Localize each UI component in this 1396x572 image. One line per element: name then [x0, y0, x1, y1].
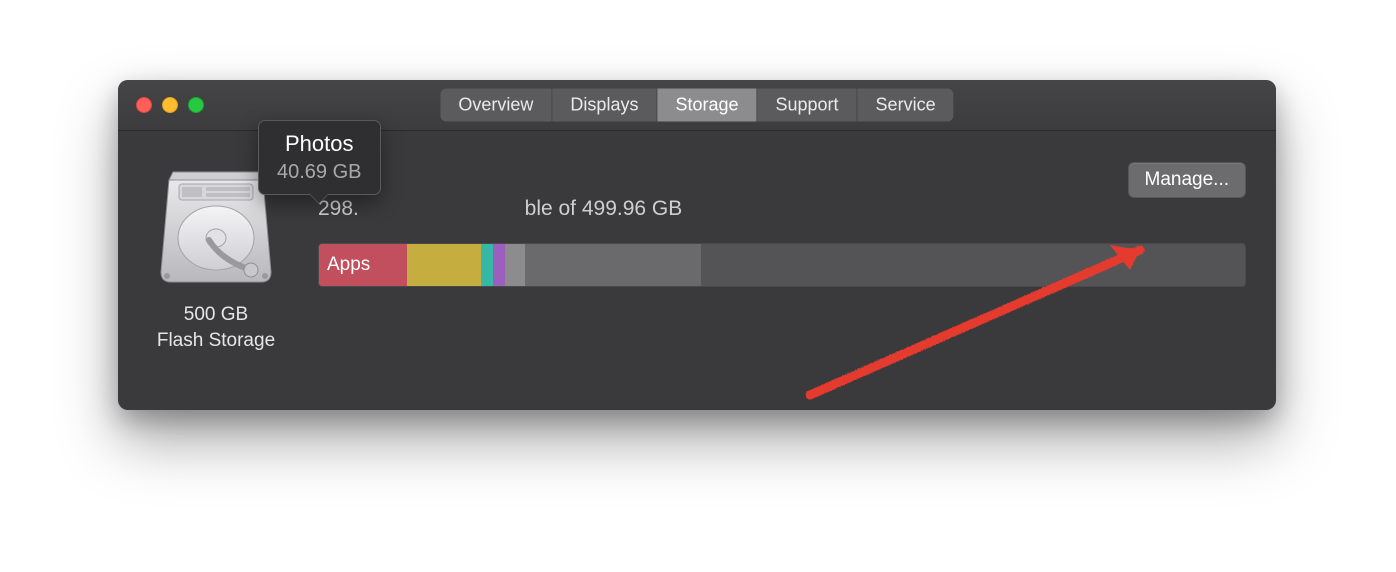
drive-capacity: 500 GB — [184, 304, 248, 325]
about-this-mac-window: OverviewDisplaysStorageSupportService — [118, 80, 1276, 410]
storage-segment-label: Apps — [327, 254, 370, 276]
tooltip-title: Photos — [277, 131, 362, 157]
tab-overview[interactable]: Overview — [440, 89, 552, 122]
tooltip-size: 40.69 GB — [277, 161, 362, 184]
tab-support[interactable]: Support — [758, 89, 858, 122]
zoom-icon[interactable] — [188, 97, 204, 113]
drive-type: Flash Storage — [157, 330, 275, 351]
content-area: 500 GB Flash Storage Manage... Mac 298. … — [118, 130, 1276, 410]
volume-name: Mac — [318, 160, 1246, 191]
manage-button[interactable]: Manage... — [1128, 162, 1247, 198]
tab-bar: OverviewDisplaysStorageSupportService — [440, 89, 953, 122]
storage-segment-photos[interactable] — [407, 244, 481, 286]
storage-segment-purple[interactable] — [493, 244, 505, 286]
storage-bar[interactable]: Apps — [318, 243, 1246, 287]
storage-segment-other[interactable] — [525, 244, 701, 286]
tab-displays[interactable]: Displays — [552, 89, 657, 122]
volume-panel: Manage... Mac 298. XXXXXXXXXXX ble of 49… — [318, 160, 1246, 287]
volume-available: 298. XXXXXXXXXXX ble of 499.96 GB — [318, 197, 1246, 221]
tab-storage[interactable]: Storage — [657, 89, 757, 122]
storage-segment-system-light[interactable] — [505, 244, 525, 286]
close-icon[interactable] — [136, 97, 152, 113]
minimize-icon[interactable] — [162, 97, 178, 113]
tab-service[interactable]: Service — [858, 89, 954, 122]
window-controls — [136, 97, 204, 113]
storage-segment-teal[interactable] — [481, 244, 493, 286]
storage-tooltip: Photos 40.69 GB — [258, 120, 381, 195]
storage-segment-apps[interactable]: Apps — [319, 244, 407, 286]
drive-capacity-label: 500 GB Flash Storage — [136, 302, 296, 353]
